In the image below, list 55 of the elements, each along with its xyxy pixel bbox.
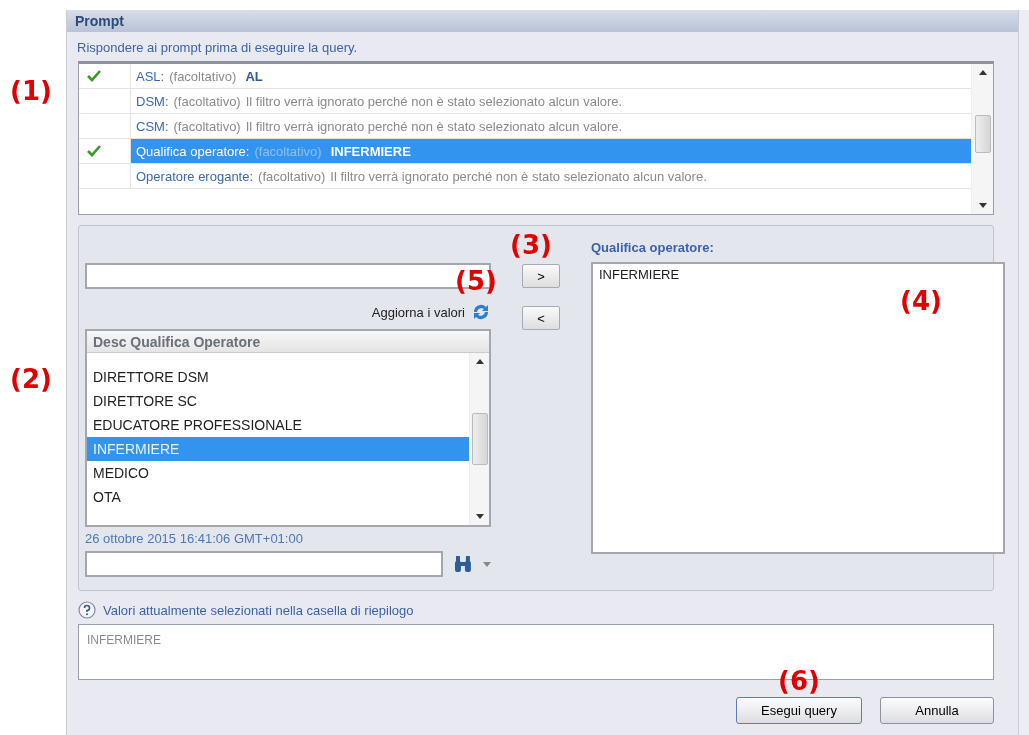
annotation-label: (3) — [510, 230, 552, 260]
prompt-label: ASL: — [136, 68, 165, 84]
search-field[interactable] — [85, 551, 444, 577]
scrollbar[interactable] — [971, 64, 993, 214]
caret-icon[interactable] — [483, 561, 491, 567]
scroll-down-icon[interactable] — [978, 203, 987, 208]
value-item[interactable]: MEDICO — [87, 461, 469, 485]
annotation-label: (2) — [10, 364, 52, 394]
run-query-button[interactable]: Esegui query — [736, 697, 862, 724]
remove-button[interactable]: < — [522, 306, 560, 330]
optional-text: (facoltativo) — [258, 168, 326, 184]
value-item[interactable]: DIRETTORE DSM — [87, 365, 469, 389]
scroll-up-icon[interactable] — [475, 359, 484, 364]
prompt-row[interactable]: Operatore erogante: (facoltativo) Il filtro verrà ignorato perché non è stato selezionato alcun valore. — [79, 164, 971, 189]
prompt-message: Il filtro verrà ignorato perché non è stato selezionato alcun valore. — [330, 168, 707, 184]
timestamp-text: 26 ottobre 2015 16:41:06 GMT+01:00 — [85, 531, 304, 548]
scroll-down-icon[interactable] — [475, 514, 484, 519]
value-item[interactable]: OTA — [87, 485, 469, 509]
prompt-value: AL — [245, 68, 263, 84]
annotation-label: (5) — [455, 266, 497, 296]
optional-text: (facoltativo) — [169, 68, 237, 84]
prompt-message: Il filtro verrà ignorato perché non è stato selezionato alcun valore. — [245, 93, 623, 109]
prompt-message: Il filtro verrà ignorato perché non è stato selezionato alcun valore. — [245, 118, 623, 134]
binoculars-icon[interactable] — [453, 555, 474, 573]
prompt-row[interactable]: DSM: (facoltativo) Il filtro verrà ignorato perché non è stato selezionato alcun valore. — [79, 89, 971, 114]
scroll-thumb[interactable] — [974, 115, 991, 153]
scroll-up-icon[interactable] — [978, 70, 987, 75]
prompt-label: Operatore erogante: — [136, 168, 254, 184]
window-title: Prompt — [75, 13, 124, 29]
annotation-label: (4) — [900, 286, 942, 316]
annotation-label: (6) — [778, 666, 820, 696]
summary-text: INFERMIERE — [87, 633, 161, 647]
cancel-button[interactable]: Annulla — [880, 697, 994, 724]
help-icon[interactable] — [78, 601, 96, 619]
annotation-label: (1) — [10, 76, 52, 106]
scroll-thumb[interactable] — [471, 413, 488, 465]
prompt-label: DSM: — [136, 93, 169, 109]
instruction-text: Rispondere ai prompt prima di eseguire la query. — [76, 39, 359, 57]
add-button[interactable]: > — [522, 264, 560, 288]
selected-item[interactable]: INFERMIERE — [599, 267, 997, 282]
prompt-label: Qualifica operatore: — [136, 143, 250, 159]
prompt-label: CSM: — [136, 118, 169, 134]
optional-text: (facoltativo) — [173, 93, 241, 109]
value-item[interactable]: DIRETTORE SC — [87, 389, 469, 413]
optional-text: (facoltativo) — [173, 118, 241, 134]
prompt-row[interactable]: ASL: (facoltativo) AL — [79, 64, 971, 89]
scrollbar[interactable] — [469, 353, 489, 525]
help-text: Valori attualmente selezionati nella casella di riepilogo — [103, 602, 414, 618]
refresh-label: Aggiorna i valori — [371, 304, 465, 320]
selected-title: Qualifica operatore: — [591, 240, 715, 257]
column-header: Desc Qualifica Operatore — [87, 331, 489, 353]
value-item[interactable]: EDUCATORE PROFESSIONALE — [87, 413, 469, 437]
optional-text: (facoltativo) — [254, 143, 322, 159]
refresh-icon[interactable] — [471, 303, 491, 321]
prompt-value: INFERMIERE — [330, 143, 411, 159]
